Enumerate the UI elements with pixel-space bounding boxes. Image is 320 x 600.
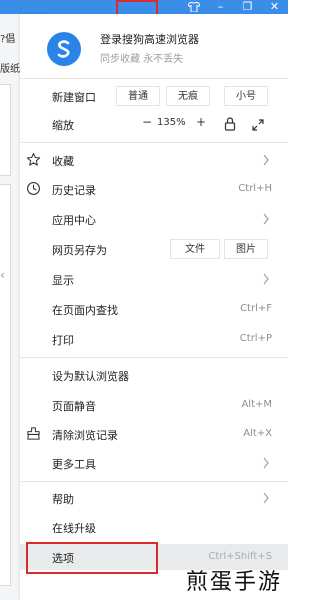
chevron-right-icon bbox=[263, 457, 269, 469]
menu-item-app-center[interactable]: 应用中心 bbox=[20, 206, 288, 232]
menu-item-label: 帮助 bbox=[52, 493, 74, 506]
zoom-in-button[interactable]: + bbox=[196, 115, 206, 129]
menu-item-label: 设为默认浏览器 bbox=[52, 370, 129, 383]
divider bbox=[20, 481, 288, 482]
menu-item-clear-history[interactable]: 清除浏览记录 Alt+X bbox=[20, 421, 288, 447]
clock-icon bbox=[26, 181, 42, 197]
menu-item-display[interactable]: 显示 bbox=[20, 266, 288, 292]
shortcut-text: Ctrl+P bbox=[239, 333, 272, 344]
menu-item-label: 历史记录 bbox=[52, 184, 96, 197]
menu-item-set-default[interactable]: 设为默认浏览器 bbox=[20, 362, 288, 388]
menu-item-label: 应用中心 bbox=[52, 214, 96, 227]
menu-item-label: 显示 bbox=[52, 274, 74, 287]
shortcut-text: Ctrl+F bbox=[240, 303, 272, 314]
fullscreen-icon[interactable] bbox=[252, 116, 264, 135]
login-title[interactable]: 登录搜狗高速浏览器 bbox=[100, 31, 199, 47]
menu-item-label: 打印 bbox=[52, 334, 74, 347]
chevron-right-icon bbox=[263, 273, 269, 285]
tshirt-icon bbox=[187, 2, 200, 12]
menu-item-label: 在线升级 bbox=[52, 522, 96, 535]
broom-icon bbox=[26, 426, 42, 442]
restore-button[interactable]: ❐ bbox=[234, 0, 261, 14]
divider bbox=[20, 357, 288, 358]
title-bar: – ❐ ✕ bbox=[0, 0, 288, 600]
star-icon bbox=[26, 152, 42, 168]
new-window-label: 新建窗口 bbox=[52, 91, 96, 104]
save-as-file-button[interactable]: 文件 bbox=[170, 239, 220, 259]
shortcut-text: Alt+X bbox=[243, 428, 272, 439]
shortcut-text: Ctrl+Shift+S bbox=[208, 551, 272, 562]
sogou-logo-icon bbox=[47, 32, 81, 66]
background-text: ‹ bbox=[0, 268, 5, 282]
menu-item-label: 选项 bbox=[52, 552, 74, 565]
background-text: ?倡 bbox=[0, 34, 16, 45]
menu-item-more-tools[interactable]: 更多工具 bbox=[20, 450, 288, 476]
menu-item-print[interactable]: 打印 Ctrl+P bbox=[20, 326, 288, 352]
new-window-row: 新建窗口 普通 无痕 小号 bbox=[20, 83, 288, 109]
background-panel bbox=[0, 184, 11, 586]
save-as-image-button[interactable]: 图片 bbox=[224, 239, 268, 259]
zoom-row: 缩放 − 135% + bbox=[20, 111, 288, 137]
menu-item-favorites[interactable]: 收藏 bbox=[20, 147, 288, 173]
background-panel bbox=[0, 84, 11, 176]
menu-item-upgrade[interactable]: 在线升级 bbox=[20, 514, 288, 540]
zoom-out-button[interactable]: − bbox=[142, 115, 152, 129]
menu-item-history[interactable]: 历史记录 Ctrl+H bbox=[20, 176, 288, 202]
new-incognito-window-button[interactable]: 无痕 bbox=[166, 86, 210, 106]
menu-item-mute[interactable]: 页面静音 Alt+M bbox=[20, 392, 288, 418]
shortcut-text: Alt+M bbox=[241, 399, 272, 410]
menu-item-save-page: 网页另存为 文件 图片 bbox=[20, 236, 288, 262]
divider bbox=[20, 142, 288, 143]
menu-item-label: 页面静音 bbox=[52, 400, 96, 413]
menu-item-find[interactable]: 在页面内查找 Ctrl+F bbox=[20, 296, 288, 322]
new-alt-account-window-button[interactable]: 小号 bbox=[224, 86, 268, 106]
skin-button[interactable] bbox=[180, 0, 207, 14]
zoom-value: 135% bbox=[157, 117, 186, 128]
menu-item-help[interactable]: 帮助 bbox=[20, 485, 288, 511]
account-header[interactable]: 登录搜狗高速浏览器 同步收藏 永不丢失 bbox=[20, 14, 288, 78]
background-text: 版纸 bbox=[0, 64, 20, 75]
browser-main-menu: 登录搜狗高速浏览器 同步收藏 永不丢失 新建窗口 普通 无痕 小号 缩放 − 1… bbox=[20, 14, 288, 600]
menu-item-label: 网页另存为 bbox=[52, 244, 107, 257]
minimize-button[interactable]: – bbox=[207, 0, 234, 14]
menu-item-label: 清除浏览记录 bbox=[52, 429, 118, 442]
divider bbox=[20, 78, 288, 79]
menu-item-label: 在页面内查找 bbox=[52, 304, 118, 317]
chevron-right-icon bbox=[263, 213, 269, 225]
chevron-right-icon bbox=[263, 154, 269, 166]
menu-item-label: 收藏 bbox=[52, 155, 74, 168]
watermark-text: 煎蛋手游 bbox=[185, 570, 282, 595]
new-normal-window-button[interactable]: 普通 bbox=[116, 86, 160, 106]
close-button[interactable]: ✕ bbox=[261, 0, 288, 14]
zoom-label: 缩放 bbox=[52, 119, 74, 132]
menu-item-label: 更多工具 bbox=[52, 458, 96, 471]
lock-icon[interactable] bbox=[224, 116, 236, 135]
login-subtitle: 同步收藏 永不丢失 bbox=[100, 54, 184, 65]
chevron-right-icon bbox=[263, 492, 269, 504]
shortcut-text: Ctrl+H bbox=[238, 183, 272, 194]
